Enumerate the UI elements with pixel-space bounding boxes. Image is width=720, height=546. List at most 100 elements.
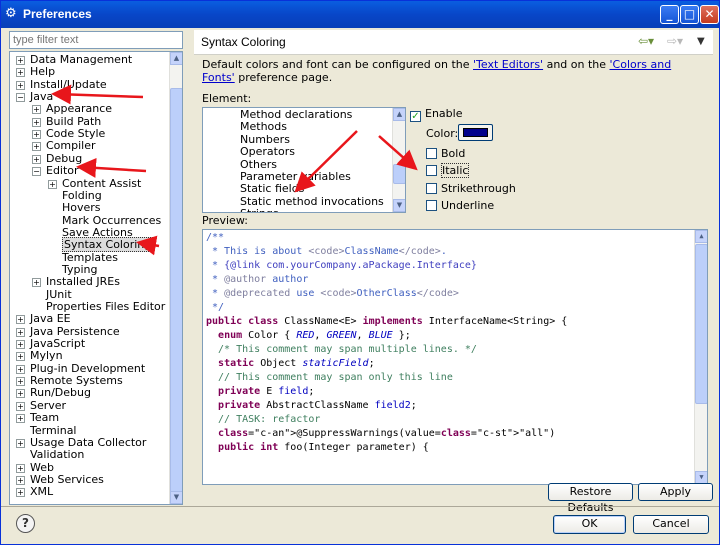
- element-item[interactable]: Others: [240, 158, 277, 171]
- expand-icon[interactable]: +: [16, 389, 25, 399]
- element-item[interactable]: Methods: [240, 121, 287, 133]
- tree-item-mylyn[interactable]: + Mylyn: [16, 349, 63, 362]
- tree-item-xml[interactable]: + XML: [16, 485, 53, 498]
- tree-item-content-assist[interactable]: + Content Assist: [48, 177, 141, 190]
- element-item[interactable]: Numbers: [240, 133, 290, 146]
- tree-item-help[interactable]: + Help: [16, 65, 55, 78]
- expand-icon[interactable]: +: [32, 154, 41, 164]
- expand-icon[interactable]: +: [16, 414, 25, 424]
- italic-checkbox[interactable]: Italic: [426, 163, 470, 178]
- tree-item-folding[interactable]: Folding: [48, 189, 102, 202]
- tree-item-properties-files-editor[interactable]: Properties Files Editor: [32, 300, 165, 313]
- forward-arrow-icon[interactable]: ⇨▾: [667, 34, 683, 48]
- expand-icon[interactable]: +: [16, 401, 25, 411]
- tree-item-java-ee[interactable]: + Java EE: [16, 312, 71, 325]
- preview-scrollbar[interactable]: ▲ ▼: [694, 230, 707, 484]
- element-item[interactable]: Operators: [240, 146, 295, 158]
- enable-checkbox[interactable]: ✓ Enable: [410, 107, 462, 122]
- scroll-up-icon[interactable]: ▲: [695, 230, 707, 243]
- tree-item-installed-jres[interactable]: + Installed JREs: [32, 275, 120, 288]
- color-picker-button[interactable]: [458, 124, 493, 141]
- tree-item-debug[interactable]: + Debug: [32, 152, 82, 165]
- tree-item-terminal[interactable]: Terminal: [16, 424, 77, 437]
- expand-icon[interactable]: +: [32, 130, 41, 140]
- tree-scrollbar[interactable]: ▲ ▼: [169, 52, 182, 504]
- expand-icon[interactable]: +: [16, 340, 25, 350]
- tree-item-plug-in-development[interactable]: + Plug-in Development: [16, 362, 145, 375]
- scroll-up-icon[interactable]: ▲: [170, 52, 182, 65]
- tree-item-editor[interactable]: − Editor: [32, 164, 79, 177]
- strikethrough-checkbox[interactable]: Strikethrough: [426, 182, 516, 195]
- expand-icon[interactable]: +: [32, 278, 41, 288]
- code-preview[interactable]: ▲ ▼ /** * This is about <code>ClassName<…: [202, 229, 708, 485]
- expand-icon[interactable]: +: [48, 179, 57, 189]
- back-arrow-icon[interactable]: ⇦▾: [638, 34, 654, 48]
- tree-item-data-management[interactable]: + Data Management: [16, 53, 132, 66]
- element-item[interactable]: Static fields: [240, 183, 304, 195]
- tree-item-code-style[interactable]: + Code Style: [32, 127, 105, 140]
- element-item[interactable]: Method declarations: [240, 109, 352, 121]
- expand-icon[interactable]: +: [16, 352, 25, 362]
- expand-icon[interactable]: +: [32, 117, 41, 127]
- tree-item-compiler[interactable]: + Compiler: [32, 139, 96, 152]
- view-menu-icon[interactable]: ▼: [697, 36, 705, 47]
- help-icon[interactable]: ?: [16, 514, 35, 533]
- scroll-thumb[interactable]: [393, 164, 405, 184]
- tree-item-validation[interactable]: Validation: [16, 448, 84, 461]
- cancel-button[interactable]: Cancel: [633, 515, 709, 534]
- expand-icon[interactable]: +: [16, 475, 25, 485]
- scroll-thumb[interactable]: [170, 88, 182, 498]
- expand-icon[interactable]: +: [16, 68, 25, 78]
- tree-item-java[interactable]: − Java: [16, 90, 53, 103]
- tree-item-web-services[interactable]: + Web Services: [16, 473, 104, 486]
- tree-item-typing[interactable]: Typing: [48, 263, 98, 276]
- element-list-scrollbar[interactable]: ▲ ▼: [392, 108, 405, 212]
- expand-icon[interactable]: +: [32, 142, 41, 152]
- expand-icon[interactable]: +: [16, 80, 25, 90]
- expand-icon[interactable]: +: [32, 105, 41, 115]
- expand-icon[interactable]: +: [16, 463, 25, 473]
- tree-item-mark-occurrences[interactable]: Mark Occurrences: [48, 214, 161, 227]
- expand-icon[interactable]: +: [16, 488, 25, 498]
- element-item[interactable]: Parameter variables: [240, 171, 351, 183]
- tree-item-install-update[interactable]: + Install/Update: [16, 78, 107, 91]
- preference-tree[interactable]: ▲ ▼ + Data Management + Help + Install/Update…: [9, 51, 183, 505]
- collapse-icon[interactable]: −: [32, 167, 41, 177]
- tree-item-build-path[interactable]: + Build Path: [32, 115, 101, 128]
- expand-icon[interactable]: +: [16, 438, 25, 448]
- bold-checkbox[interactable]: Bold: [426, 147, 465, 160]
- element-item[interactable]: Static method invocations: [240, 195, 384, 208]
- tree-item-run-debug[interactable]: + Run/Debug: [16, 386, 91, 399]
- expand-icon[interactable]: +: [16, 377, 25, 387]
- scroll-down-icon[interactable]: ▼: [170, 491, 182, 504]
- tree-item-team[interactable]: + Team: [16, 411, 59, 424]
- tree-item-syntax-coloring[interactable]: Syntax Coloring: [48, 237, 154, 253]
- element-item[interactable]: Strings: [240, 208, 279, 212]
- tree-item-appearance[interactable]: + Appearance: [32, 102, 112, 115]
- expand-icon[interactable]: +: [16, 327, 25, 337]
- minimize-button[interactable]: _: [660, 5, 679, 24]
- title-bar[interactable]: ⚙ Preferences _ □ ✕: [1, 1, 719, 28]
- tree-item-junit[interactable]: JUnit: [32, 288, 72, 301]
- element-list[interactable]: ▲ ▼ Method declarations Methods Numbers Ope…: [202, 107, 406, 213]
- maximize-button[interactable]: □: [680, 5, 699, 24]
- tree-item-usage-data-collector[interactable]: + Usage Data Collector: [16, 436, 146, 449]
- ok-button[interactable]: OK: [553, 515, 626, 534]
- apply-button[interactable]: Apply: [638, 483, 713, 501]
- tree-item-hovers[interactable]: Hovers: [48, 201, 101, 214]
- tree-item-java-persistence[interactable]: + Java Persistence: [16, 325, 120, 338]
- text-editors-link[interactable]: 'Text Editors': [473, 58, 543, 71]
- filter-input[interactable]: [9, 31, 183, 49]
- tree-item-web[interactable]: + Web: [16, 461, 54, 474]
- tree-item-server[interactable]: + Server: [16, 399, 66, 412]
- expand-icon[interactable]: +: [16, 56, 25, 65]
- tree-item-templates[interactable]: Templates: [48, 251, 118, 264]
- underline-checkbox[interactable]: Underline: [426, 199, 494, 212]
- close-button[interactable]: ✕: [700, 5, 719, 24]
- collapse-icon[interactable]: −: [16, 93, 25, 103]
- expand-icon[interactable]: +: [16, 364, 25, 374]
- tree-item-javascript[interactable]: + JavaScript: [16, 337, 85, 350]
- scroll-down-icon[interactable]: ▼: [393, 199, 405, 212]
- tree-item-remote-systems[interactable]: + Remote Systems: [16, 374, 123, 387]
- expand-icon[interactable]: +: [16, 315, 25, 325]
